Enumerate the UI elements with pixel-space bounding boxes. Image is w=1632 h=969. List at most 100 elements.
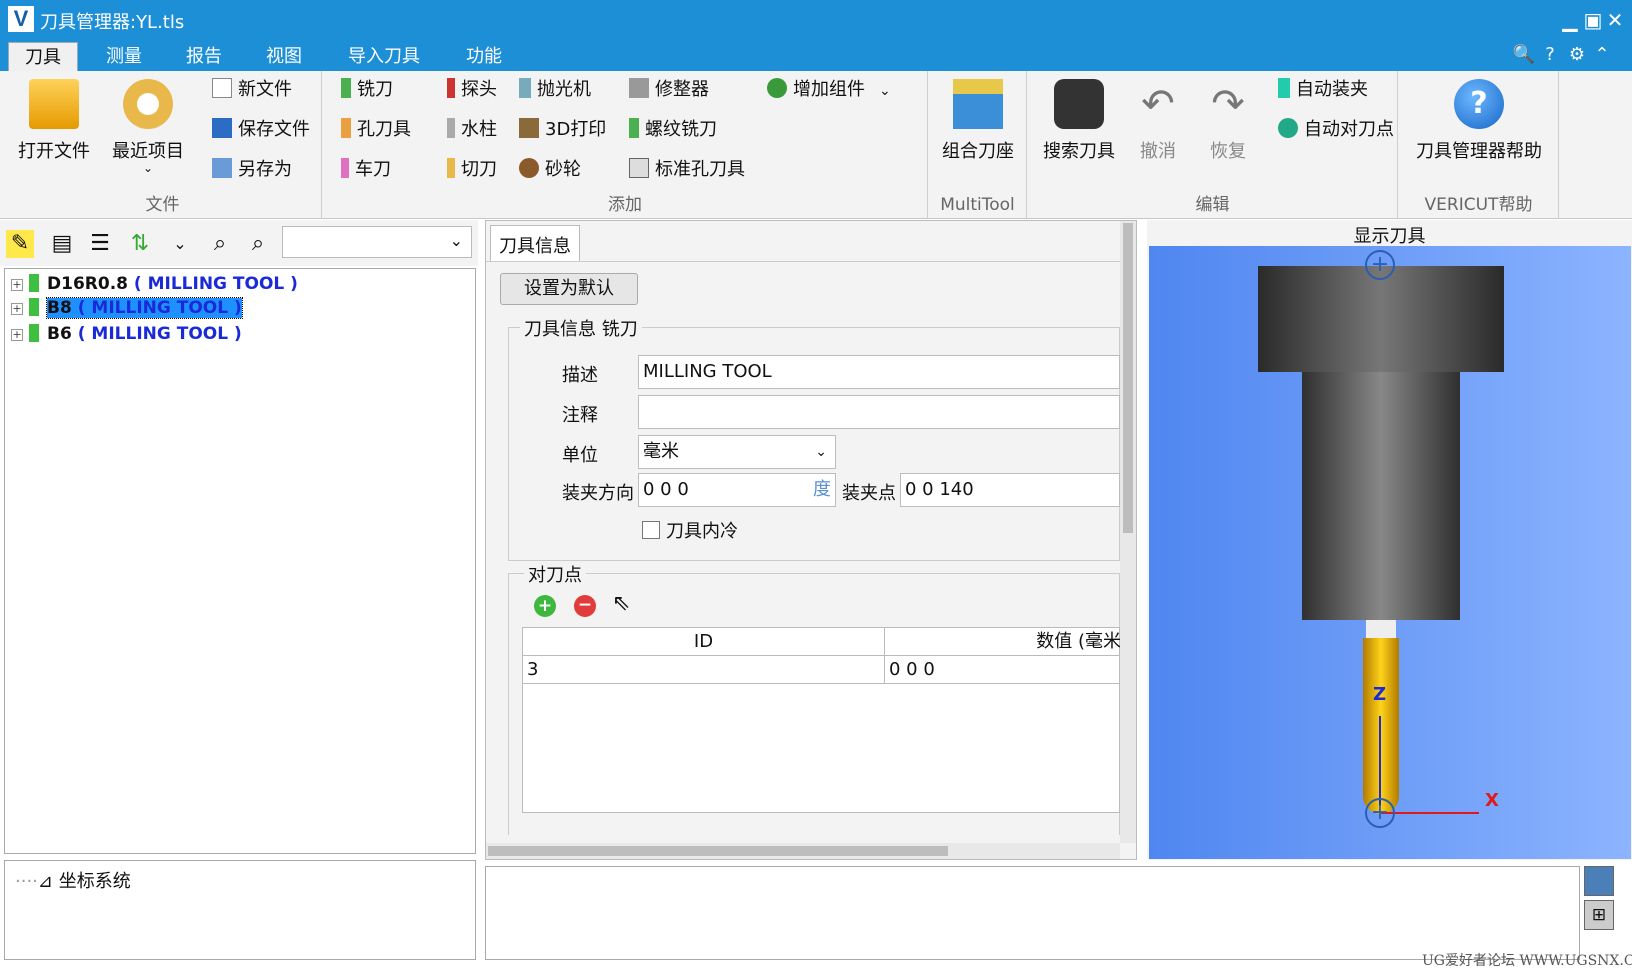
redo-button[interactable]: ↷ 恢复: [1198, 79, 1258, 163]
table-row-value[interactable]: 0 0 0: [885, 656, 1121, 684]
tab-tool[interactable]: 刀具: [8, 42, 78, 71]
scrollbar-thumb[interactable]: [488, 846, 948, 856]
add-polisher-button[interactable]: 抛光机: [519, 75, 591, 105]
collapse-ribbon-icon[interactable]: ⌃: [1590, 44, 1614, 66]
desc-input[interactable]: MILLING TOOL: [638, 355, 1120, 389]
tree-view-icon[interactable]: ☰: [86, 230, 114, 258]
remove-icon[interactable]: −: [574, 595, 596, 617]
add-3dprint-button[interactable]: 3D打印: [519, 115, 606, 145]
tab-function[interactable]: 功能: [450, 42, 518, 71]
filter-combo[interactable]: ⌄: [282, 226, 472, 258]
log-panel: [485, 866, 1580, 960]
list-icon[interactable]: ▤: [48, 230, 76, 258]
save-as-icon: [212, 158, 232, 178]
add-lathe-tool-button[interactable]: 车刀: [341, 155, 391, 185]
tool-cutter: [1363, 638, 1399, 814]
find-icon[interactable]: ⌕: [206, 230, 234, 258]
dock-icon[interactable]: ⊞: [1584, 900, 1614, 930]
tool-select-icon[interactable]: ✎: [6, 230, 34, 258]
add-cutoff-button[interactable]: 切刀: [447, 155, 497, 185]
expand-icon[interactable]: +: [11, 303, 23, 315]
help-icon[interactable]: ?: [1538, 44, 1562, 66]
clamp-point-input[interactable]: 0 0 140: [900, 473, 1120, 507]
multitool-group-label: MultiTool: [940, 195, 1015, 215]
undo-button[interactable]: ↶ 撤消: [1128, 79, 1188, 163]
z-axis-arrow: [1379, 716, 1381, 806]
tool-origin-icon: +: [1365, 798, 1395, 828]
search-icon[interactable]: 🔍: [1512, 44, 1536, 66]
tree-item-d16r08[interactable]: + D16R0.8 ( MILLING TOOL ): [11, 271, 298, 297]
add-mill-button[interactable]: 铣刀: [341, 75, 393, 105]
add-icon[interactable]: +: [534, 595, 556, 617]
tab-import-tool[interactable]: 导入刀具: [332, 42, 436, 71]
tab-view[interactable]: 视图: [250, 42, 318, 71]
unit-select[interactable]: 毫米 ⌄: [638, 435, 836, 469]
auto-clamp-button[interactable]: 自动装夹: [1278, 75, 1368, 105]
save-icon: [212, 118, 232, 138]
view-title: 显示刀具: [1353, 226, 1426, 247]
tool-neck: [1366, 620, 1396, 638]
add-thread-mill-button[interactable]: 螺纹铣刀: [629, 115, 717, 145]
tool-info-panel: 刀具信息 设置为默认 刀具信息 铣刀 描述 MILLING TOOL 注释 单位…: [485, 220, 1137, 860]
coolant-checkbox[interactable]: [642, 521, 660, 539]
new-file-icon: [212, 78, 232, 98]
add-std-hole-button[interactable]: 标准孔刀具: [629, 155, 745, 185]
add-hole-tool-button[interactable]: 孔刀具: [341, 115, 411, 145]
expand-icon[interactable]: +: [11, 279, 23, 291]
auto-ref-point-button[interactable]: 自动对刀点: [1278, 115, 1394, 145]
tab-report[interactable]: 报告: [170, 42, 238, 71]
comment-input[interactable]: [638, 395, 1120, 429]
lathe-tool-icon: [341, 158, 349, 178]
coord-system-icon: ⊿: [37, 871, 53, 892]
grinding-wheel-icon: [519, 158, 539, 178]
add-wheel-button[interactable]: 砂轮: [519, 155, 581, 185]
expand-icon[interactable]: +: [11, 329, 23, 341]
menu-bar: 刀具 测量 报告 视图 导入刀具 功能 🔍 ? ⚙ ⌃: [0, 38, 1632, 71]
tool-manager-help-button[interactable]: ? 刀具管理器帮助: [1403, 79, 1555, 163]
add-component-button[interactable]: 增加组件 ⌄: [767, 75, 891, 105]
save-as-button[interactable]: 另存为: [212, 155, 292, 185]
chevron-down-icon: ⌄: [142, 161, 154, 175]
add-post-button[interactable]: 水柱: [447, 115, 497, 145]
clock-folder-icon: [123, 79, 173, 129]
horizontal-scrollbar[interactable]: [486, 843, 1120, 859]
tool-3d-view[interactable]: + Z X +: [1149, 246, 1631, 859]
degree-unit: 度: [813, 479, 831, 500]
dresser-icon: [629, 78, 649, 98]
mill-tool-icon: [29, 324, 39, 342]
close-button[interactable]: ✕: [1600, 8, 1630, 32]
add-dresser-button[interactable]: 修整器: [629, 75, 709, 105]
mill-tool-icon: [341, 78, 351, 98]
save-file-button[interactable]: 保存文件: [212, 115, 310, 145]
scrollbar-thumb[interactable]: [1123, 223, 1133, 533]
comment-label: 注释: [562, 405, 598, 426]
combo-holder-button[interactable]: 组合刀座: [931, 79, 1025, 163]
new-file-button[interactable]: 新文件: [212, 75, 292, 105]
tree-item-b8[interactable]: + B8 ( MILLING TOOL ): [11, 295, 243, 321]
table-row-id[interactable]: 3: [523, 656, 885, 684]
tab-tool-info[interactable]: 刀具信息: [490, 225, 580, 261]
tool-holder-body: [1302, 372, 1460, 620]
tree-item-b6[interactable]: + B6 ( MILLING TOOL ): [11, 321, 242, 347]
log-icon[interactable]: [1584, 866, 1614, 896]
tool-tree: + D16R0.8 ( MILLING TOOL ) + B8 ( MILLING …: [4, 268, 476, 854]
set-default-button[interactable]: 设置为默认: [500, 273, 638, 305]
edit-group: 搜索刀具 ↶ 撤消 ↷ 恢复 自动装夹 自动对刀点 编辑: [1028, 71, 1398, 219]
sort-icon[interactable]: ⇅: [126, 230, 154, 258]
find-next-icon[interactable]: ⌕: [244, 230, 272, 258]
recent-items-button[interactable]: 最近项目 ⌄: [104, 79, 192, 175]
open-file-button[interactable]: 打开文件: [14, 79, 94, 163]
multitool-group: 组合刀座 MultiTool: [929, 71, 1027, 219]
tree-item-coord-system[interactable]: ····⊿ 坐标系统: [15, 867, 131, 893]
gear-icon[interactable]: ⚙: [1565, 44, 1589, 66]
chevron-down-icon[interactable]: ⌄: [166, 230, 194, 258]
holder-origin-icon: +: [1365, 250, 1395, 280]
polisher-icon: [519, 78, 531, 98]
pointer-icon[interactable]: ⇖: [612, 591, 630, 616]
vertical-scrollbar[interactable]: [1120, 221, 1136, 843]
search-tool-button[interactable]: 搜索刀具: [1034, 79, 1124, 163]
add-probe-button[interactable]: 探头: [447, 75, 497, 105]
clamp-dir-input[interactable]: 0 0 0度: [638, 473, 836, 507]
folder-open-icon: [29, 79, 79, 129]
tab-measure[interactable]: 测量: [90, 42, 158, 71]
